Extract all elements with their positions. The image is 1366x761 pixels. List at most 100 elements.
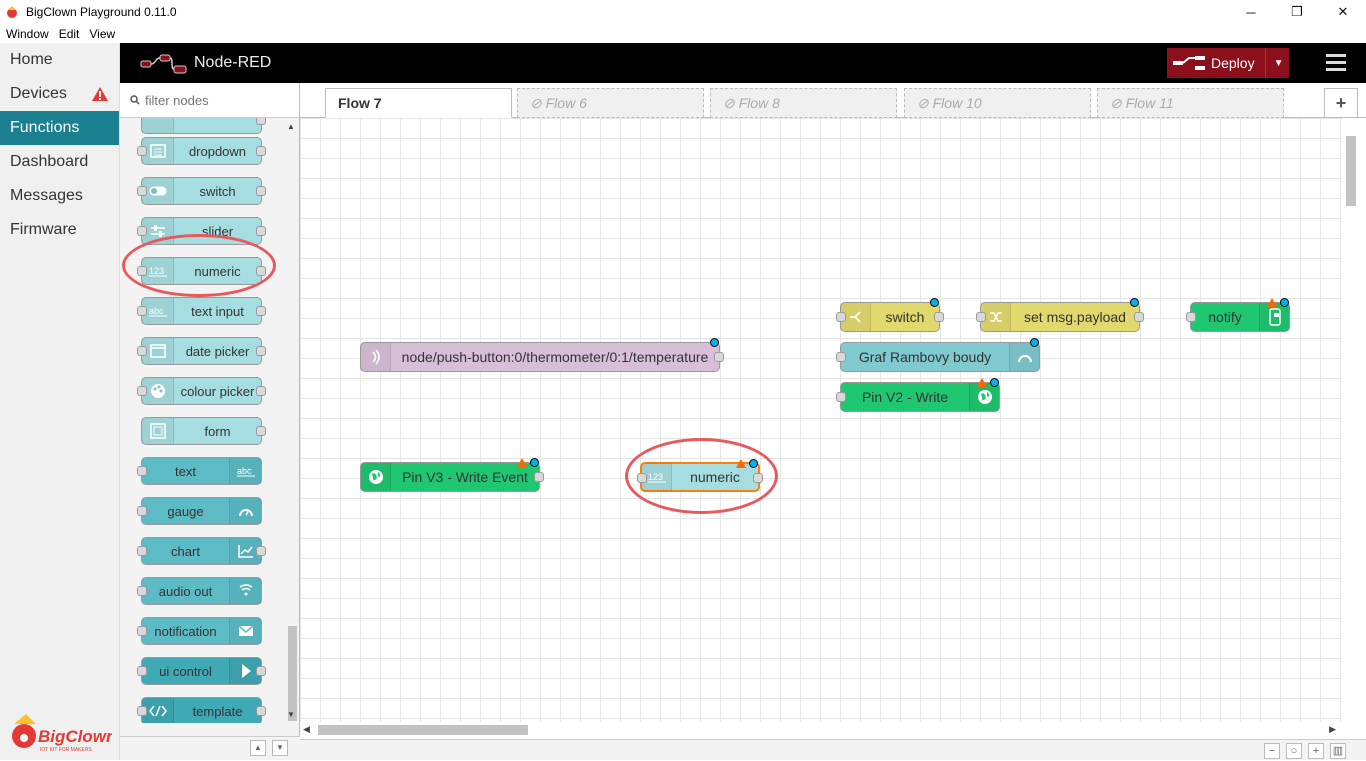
menu-icon[interactable] xyxy=(1326,54,1346,72)
form-icon xyxy=(142,418,174,444)
mqtt-in-node[interactable]: node/push-button:0/thermometer/0:1/tempe… xyxy=(360,338,724,372)
tab-flow-7[interactable]: Flow 7 xyxy=(325,88,512,118)
caret-down-icon[interactable]: ▼ xyxy=(1274,58,1284,69)
menu-edit[interactable]: Edit xyxy=(54,27,85,41)
palette-node-label: switch xyxy=(199,183,236,199)
warning-icon xyxy=(92,87,108,101)
palette-node-dropdown[interactable]: dropdown xyxy=(137,137,266,165)
disabled-icon: ⊘ xyxy=(723,95,739,111)
palette-node-chart[interactable]: chart xyxy=(137,537,266,565)
change-node[interactable]: set msg.payload xyxy=(976,298,1144,332)
menu-view[interactable]: View xyxy=(84,27,120,41)
gauge-icon xyxy=(1009,343,1039,371)
disabled-icon: ⊘ xyxy=(1110,95,1126,111)
palette-node-form[interactable]: form xyxy=(141,417,266,445)
palette-node-text[interactable]: text abc xyxy=(137,457,262,485)
palette-node-label: notification xyxy=(154,623,217,639)
canvas-horizontal-scrollbar[interactable]: ◀ ▶ xyxy=(300,722,1342,739)
svg-text:IOT KIT FOR MAKERS: IOT KIT FOR MAKERS xyxy=(40,747,92,753)
palette-search xyxy=(120,83,299,118)
bigclown-app-icon xyxy=(4,4,20,20)
svg-text:abc: abc xyxy=(237,466,252,476)
disabled-icon: ⊘ xyxy=(530,95,546,111)
palette-node-label: date picker xyxy=(185,343,250,359)
window-titlebar: BigClown Playground 0.11.0 ─ ❐ ✕ xyxy=(0,0,1366,24)
collapse-all-icon[interactable]: ▲ xyxy=(250,740,266,756)
nav-item-messages[interactable]: Messages xyxy=(0,179,119,213)
bigclown-logo: BigClown IOT KIT FOR MAKERS xyxy=(8,708,116,756)
tab-flow-6[interactable]: ⊘ Flow 6 xyxy=(517,88,704,118)
palette-node-partial[interactable] xyxy=(141,118,266,134)
palette-node-audio-out[interactable]: audio out xyxy=(137,577,262,605)
expand-all-icon[interactable]: ▼ xyxy=(272,740,288,756)
maximize-button[interactable]: ❐ xyxy=(1274,0,1320,24)
tab-flow-8[interactable]: ⊘ Flow 8 xyxy=(710,88,897,118)
palette-node-gauge[interactable]: gauge xyxy=(137,497,262,525)
switch-node[interactable]: switch xyxy=(836,298,944,332)
canvas-vertical-scrollbar[interactable] xyxy=(1342,118,1360,722)
palette-node-label: ui control xyxy=(159,663,212,679)
globe-icon xyxy=(969,383,999,411)
scroll-right-icon[interactable]: ▶ xyxy=(1329,724,1336,735)
nav-item-home[interactable]: Home xyxy=(0,43,119,77)
palette-node-label: colour picker xyxy=(180,383,255,399)
zoom-in-button[interactable]: + xyxy=(1308,743,1324,759)
scroll-up-icon[interactable]: ▲ xyxy=(287,122,295,131)
notify-node[interactable]: notify xyxy=(1186,298,1290,332)
disabled-icon: ⊘ xyxy=(917,95,933,111)
zoom-reset-button[interactable]: ○ xyxy=(1286,743,1302,759)
envelope-icon xyxy=(229,618,261,644)
nav-item-firmware[interactable]: Firmware xyxy=(0,213,119,247)
nav-item-dashboard[interactable]: Dashboard xyxy=(0,145,119,179)
palette-node-switch[interactable]: switch xyxy=(137,177,266,205)
palette-node-notification[interactable]: notification xyxy=(137,617,262,645)
deploy-label: Deploy xyxy=(1211,55,1255,71)
palette-node-date-picker[interactable]: date picker xyxy=(137,337,266,365)
tab-label: Flow 11 xyxy=(1125,95,1174,111)
node-label: node/push-button:0/thermometer/0:1/tempe… xyxy=(401,349,709,365)
palette-node-label: template xyxy=(192,703,243,719)
node-red-title: Node-RED xyxy=(194,54,272,71)
node-red-logo-icon xyxy=(140,54,187,74)
highlight-circle xyxy=(625,438,778,514)
wifi-icon xyxy=(229,578,261,604)
node-label: switch xyxy=(885,309,925,325)
tab-label: Flow 6 xyxy=(545,95,587,111)
tab-flow-11[interactable]: ⊘ Flow 11 xyxy=(1097,88,1284,118)
palette-node-label: chart xyxy=(171,543,200,559)
tab-flow-10[interactable]: ⊘ Flow 10 xyxy=(904,88,1091,118)
deploy-button[interactable]: Deploy ▼ xyxy=(1167,48,1289,78)
palette-node-text-input[interactable]: abc text input xyxy=(137,297,266,325)
palette-node-label: dropdown xyxy=(188,143,247,159)
nav-item-devices[interactable]: Devices xyxy=(0,77,119,111)
phone-icon xyxy=(1259,303,1289,331)
app-sidebar: Home Devices Functions Dashboard Message… xyxy=(0,43,120,760)
palette-node-ui-control[interactable]: ui control xyxy=(137,657,266,685)
menu-window[interactable]: Window xyxy=(0,27,54,41)
navigator-map-icon[interactable]: ▥ xyxy=(1330,743,1346,759)
nav-item-functions[interactable]: Functions xyxy=(0,111,119,145)
text-icon: abc xyxy=(229,458,261,484)
palette-scrollbar[interactable]: ▲ ▼ xyxy=(285,118,299,723)
palette-node-template[interactable]: template xyxy=(137,697,266,723)
tab-label: Flow 10 xyxy=(932,95,982,111)
gauge-node[interactable]: Graf Rambovy boudy xyxy=(836,338,1040,372)
palette-node-colour-picker[interactable]: colour picker xyxy=(137,377,266,405)
search-icon xyxy=(130,95,140,105)
palette-node-label: gauge xyxy=(167,503,204,519)
deploy-icon xyxy=(1173,56,1205,70)
pin-v3-write-event-node[interactable]: Pin V3 - Write Event xyxy=(360,458,544,492)
scroll-left-icon[interactable]: ◀ xyxy=(303,724,310,735)
minimize-button[interactable]: ─ xyxy=(1228,0,1274,24)
pin-v2-write-node[interactable]: Pin V2 - Write xyxy=(836,378,1000,412)
close-button[interactable]: ✕ xyxy=(1320,0,1366,24)
gauge-icon xyxy=(229,498,261,524)
flow-canvas[interactable]: node/push-button:0/thermometer/0:1/tempe… xyxy=(300,118,1342,722)
menu-bar: Window Edit View xyxy=(0,24,1366,43)
nav-item-label: Devices xyxy=(10,85,67,102)
zoom-out-button[interactable]: − xyxy=(1264,743,1280,759)
add-tab-button[interactable]: + xyxy=(1324,88,1358,118)
filter-nodes-input[interactable] xyxy=(145,92,295,108)
scroll-down-icon[interactable]: ▼ xyxy=(287,710,295,719)
node-label: Graf Rambovy boudy xyxy=(858,349,992,365)
